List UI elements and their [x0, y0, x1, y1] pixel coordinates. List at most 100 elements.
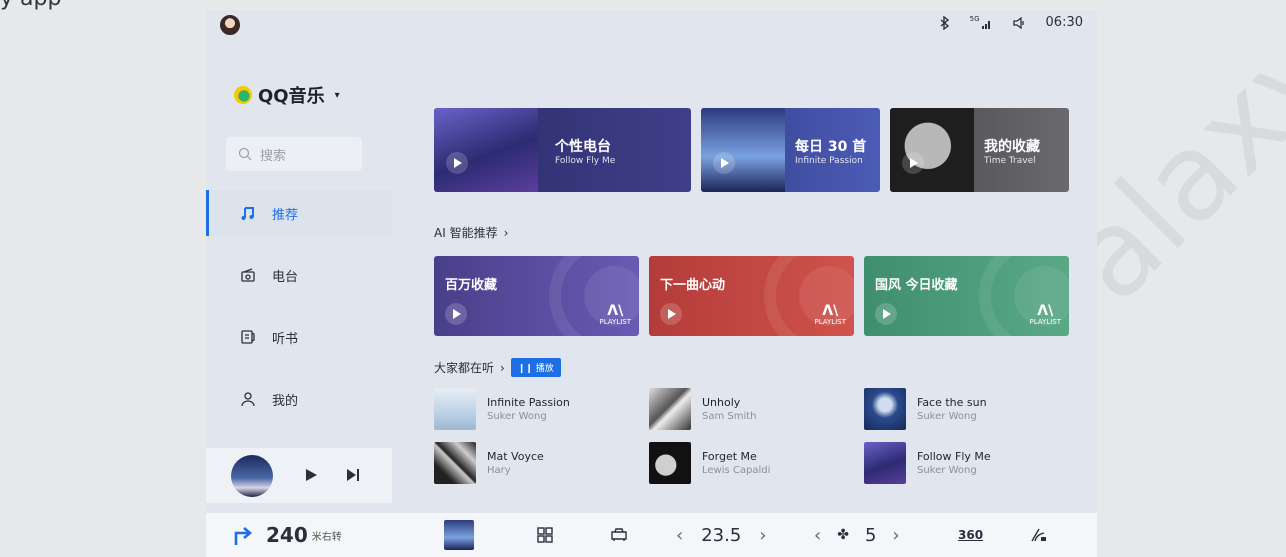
album-cover: [701, 108, 785, 192]
fan-increase-icon[interactable]: ›: [892, 525, 899, 546]
temperature-increase-icon[interactable]: ›: [759, 525, 766, 546]
song-artist: Hary: [487, 464, 511, 476]
song-artist: Lewis Capaldi: [702, 464, 771, 476]
apps-grid-icon: [537, 527, 553, 543]
nav-label: 听书: [272, 331, 299, 347]
song-item[interactable]: Infinite Passion Suker Wong: [434, 386, 634, 431]
play-icon[interactable]: [304, 468, 318, 482]
song-title: Mat Voyce: [487, 449, 544, 463]
song-artist: Suker Wong: [487, 410, 547, 422]
fan-speed-value: 5: [864, 524, 877, 546]
song-cover: [864, 387, 906, 430]
next-track-icon[interactable]: [346, 468, 360, 482]
card-title: 个性电台: [555, 139, 611, 155]
playlist-badge: Λ\ PLAYLIST: [1029, 303, 1062, 326]
book-icon: [241, 330, 255, 344]
song-title: Infinite Passion: [487, 395, 570, 409]
nav-item-recommend[interactable]: 推荐: [206, 190, 392, 236]
temperature-decrease-icon[interactable]: ‹: [676, 525, 683, 546]
bluetooth-icon: [940, 15, 950, 30]
search-icon: [238, 147, 252, 161]
car-screen: 5G 06:30 QQ音乐 ▾ 搜索 推荐 电台 听书 我的 个性电台 Foll…: [206, 10, 1097, 557]
song-cover: [434, 441, 476, 484]
turn-right-arrow-icon: [234, 527, 253, 545]
fan-control[interactable]: ‹ ✤ 5 ›: [814, 513, 900, 557]
song-title: Face the sun: [917, 395, 987, 409]
card-subtitle: Time Travel: [984, 156, 1036, 166]
song-item[interactable]: Forget Me Lewis Capaldi: [649, 440, 849, 485]
featured-card-daily-30[interactable]: 每日 30 首 Infinite Passion: [701, 108, 880, 192]
song-cover: [864, 441, 906, 484]
wiper-lock-icon: [1031, 528, 1046, 542]
status-bar: 5G 06:30: [206, 10, 1097, 40]
search-input[interactable]: 搜索: [226, 137, 362, 171]
now-playing-thumb: [444, 520, 474, 550]
nav-item-mine[interactable]: 我的: [206, 376, 392, 422]
ai-card-title: 下一曲心动: [660, 278, 726, 293]
song-item[interactable]: Unholy Sam Smith: [649, 386, 849, 431]
apps-grid-button[interactable]: [537, 513, 553, 557]
featured-card-personal-radio[interactable]: 个性电台 Follow Fly Me: [434, 108, 691, 192]
music-shortcut[interactable]: [444, 513, 474, 557]
search-placeholder: 搜索: [260, 148, 287, 164]
album-cover: [434, 108, 538, 192]
mini-player: [206, 448, 392, 503]
section-title[interactable]: 大家都在听: [434, 359, 494, 376]
song-cover: [649, 441, 691, 484]
chevron-right-icon: ›: [503, 225, 509, 240]
play-icon[interactable]: [445, 303, 467, 325]
radio-icon: [241, 268, 255, 282]
card-title: 每日 30 首: [795, 139, 867, 155]
song-item[interactable]: Mat Voyce Hary: [434, 440, 634, 485]
play-icon[interactable]: [446, 152, 468, 174]
song-title: Unholy: [702, 395, 741, 409]
popular-header: 大家都在听 › ❙❙ 播放: [434, 358, 561, 377]
play-icon[interactable]: [902, 152, 924, 174]
ai-card-next-song[interactable]: 下一曲心动 Λ\ PLAYLIST: [649, 256, 854, 336]
card-subtitle: Infinite Passion: [795, 156, 863, 166]
volume-icon[interactable]: [1012, 16, 1026, 30]
app-switcher[interactable]: QQ音乐 ▾: [234, 82, 340, 108]
view-360-label: 360: [958, 528, 984, 542]
song-artist: Suker Wong: [917, 464, 977, 476]
song-cover: [649, 387, 691, 430]
top-clipped-text: y app: [0, 0, 200, 11]
temperature-control[interactable]: ‹ 23.5 ›: [676, 513, 766, 557]
view-360-button[interactable]: 360: [958, 513, 983, 557]
song-item[interactable]: Follow Fly Me Suker Wong: [864, 440, 1064, 485]
ai-card-title: 国风 今日收藏: [875, 278, 958, 293]
play-all-button[interactable]: ❙❙ 播放: [510, 358, 561, 377]
fan-decrease-icon[interactable]: ‹: [814, 525, 821, 546]
song-item[interactable]: Face the sun Suker Wong: [864, 386, 1064, 431]
vehicle-dock: 240 米右转 ‹ 23.5 › ‹ ✤ 5 › 360: [206, 513, 1097, 557]
play-icon[interactable]: [660, 303, 682, 325]
nav-item-audiobook[interactable]: 听书: [206, 314, 392, 360]
car-icon: [611, 528, 627, 541]
now-playing-cover[interactable]: [231, 455, 273, 497]
navigation-hint[interactable]: 240 米右转: [232, 513, 342, 557]
nav-label: 电台: [272, 269, 299, 285]
dropdown-caret-icon: ▾: [334, 89, 340, 101]
ai-card-guofeng[interactable]: 国风 今日收藏 Λ\ PLAYLIST: [864, 256, 1069, 336]
qq-music-logo-icon: [234, 86, 252, 104]
fan-icon: ✤: [837, 527, 849, 543]
nav-item-radio[interactable]: 电台: [206, 252, 392, 298]
play-icon[interactable]: [713, 152, 735, 174]
ai-recommend-header[interactable]: AI 智能推荐 ›: [434, 224, 508, 241]
signal-icon: 5G: [970, 16, 992, 29]
clock-time: 06:30: [1045, 15, 1083, 30]
car-climate-button[interactable]: [610, 513, 628, 557]
avatar[interactable]: [220, 15, 240, 35]
album-cover: [890, 108, 974, 192]
song-artist: Sam Smith: [702, 410, 757, 422]
user-icon: [241, 392, 255, 407]
app-name: QQ音乐: [258, 86, 325, 107]
ai-card-million-favorites[interactable]: 百万收藏 Λ\ PLAYLIST: [434, 256, 639, 336]
nav-label: 推荐: [272, 207, 299, 223]
chevron-right-icon: ›: [500, 360, 505, 375]
song-cover: [434, 387, 476, 430]
play-icon[interactable]: [875, 303, 897, 325]
featured-card-favorites[interactable]: 我的收藏 Time Travel: [890, 108, 1069, 192]
temperature-value: 23.5: [701, 524, 742, 546]
settings-button[interactable]: [1030, 513, 1048, 557]
